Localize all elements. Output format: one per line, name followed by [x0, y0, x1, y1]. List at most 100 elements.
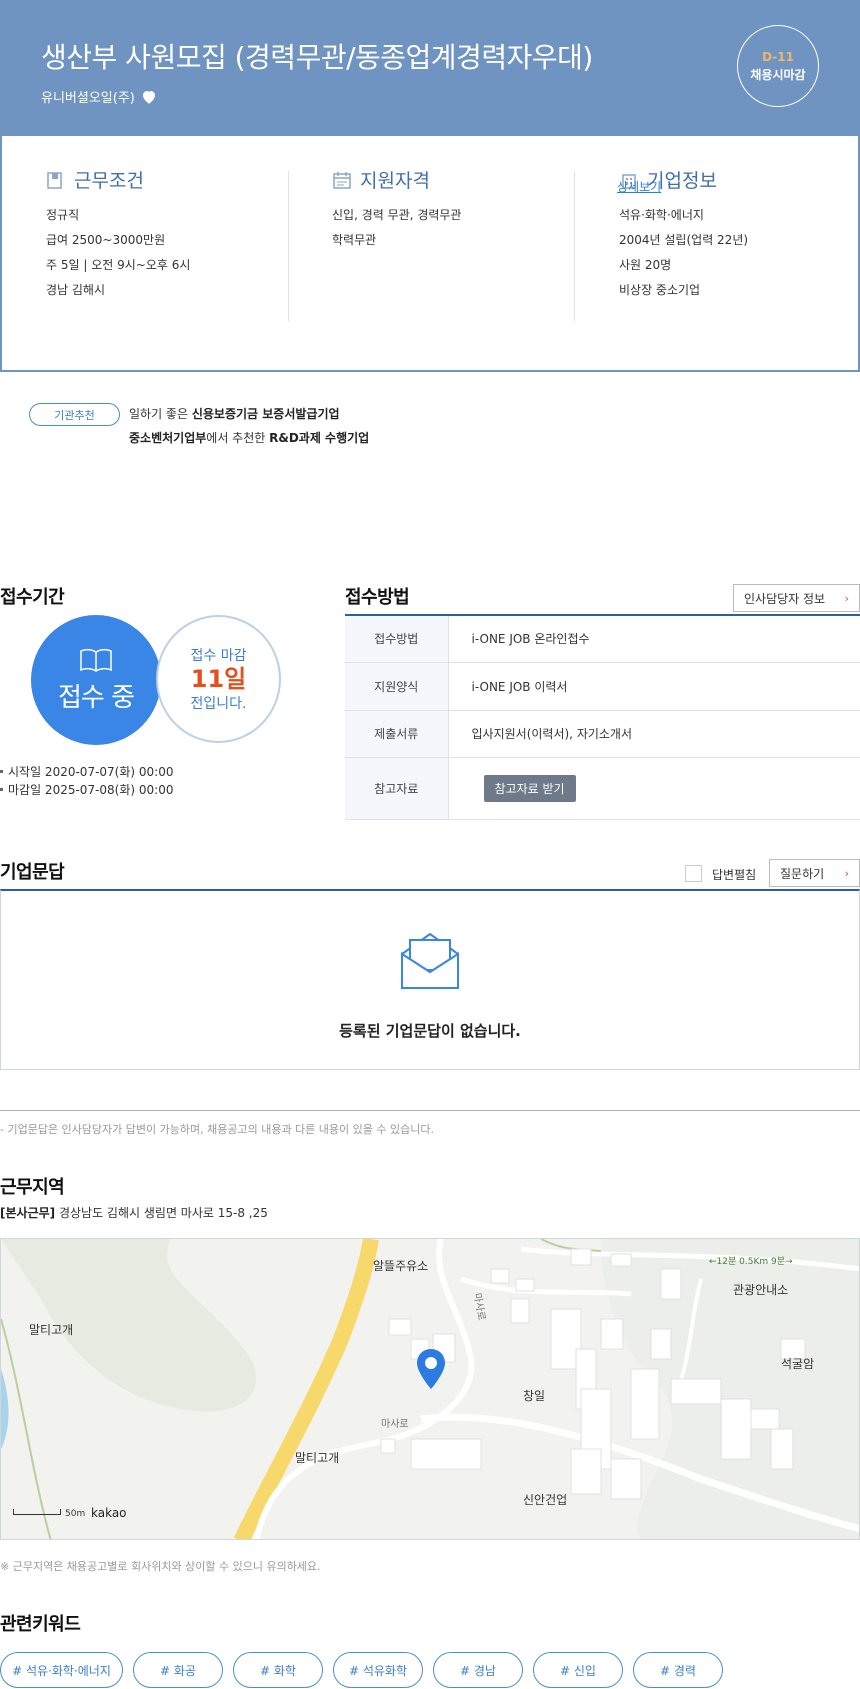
qualifications: 지원자격 신입, 경력 무관, 경력무관 학력무관: [332, 166, 619, 326]
end-date-text: 마감일 2025-07-08(화) 00:00: [8, 783, 174, 797]
keyword-tag[interactable]: # 경력: [633, 1652, 723, 1688]
method-key: 지원양식: [345, 662, 449, 711]
map-label: 창일: [523, 1389, 546, 1403]
map-road-label: ←12분 0.5Km 9분→: [709, 1257, 793, 1267]
map-label: 말티고개: [295, 1451, 340, 1465]
map-scale: 50m: [65, 1509, 86, 1519]
company-name[interactable]: 유니버셜오일(주): [41, 87, 158, 106]
table-row: 제출서류 입사지원서(이력서), 자기소개서: [345, 710, 860, 758]
ask-question-button[interactable]: 질문하기 ›: [769, 859, 860, 887]
method-key: 제출서류: [345, 710, 449, 758]
corp-item: 비상장 중소기업: [619, 283, 701, 297]
deadline-suffix: 전입니다.: [190, 696, 247, 712]
qual-item: 학력무관: [332, 233, 377, 247]
envelope-icon: [401, 932, 459, 989]
chevron-right-icon[interactable]: ›: [845, 592, 849, 605]
summary-panel: 근무조건 정규직 급여 2500~3000만원 주 5일 | 오전 9시~오후 …: [0, 136, 860, 372]
end-date: 마감일 2025-07-08(화) 00:00: [0, 781, 173, 798]
hr-info-button[interactable]: 인사담당자 정보 ›: [733, 584, 860, 612]
map-label: 관광안내소: [733, 1283, 789, 1297]
method-key: 접수방법: [345, 615, 449, 663]
corp-item: 사원 20명: [619, 258, 672, 272]
job-title: 생산부 사원모집 (경력무관/동종업계경력자우대): [41, 41, 593, 74]
map[interactable]: 알뜰주유소 말티고개 마사로 창일 관광안내소 석굴암 말티고개 신안건업 마사…: [0, 1238, 860, 1540]
map-label: 마사로: [381, 1419, 409, 1430]
deadline-prefix: 접수 마감: [190, 648, 247, 664]
dday-badge: D-11 채용시마감: [737, 25, 819, 107]
status-circle: 접수 중: [31, 615, 161, 745]
map-canvas[interactable]: [1, 1239, 860, 1540]
start-date-text: 시작일 2020-07-07(화) 00:00: [8, 765, 174, 779]
chevron-right-icon[interactable]: ›: [845, 867, 849, 880]
work-item: 경남 김해시: [46, 283, 106, 297]
method-key: 참고자료: [345, 757, 449, 820]
work-address: [본사근무] 경상남도 김해시 생림면 마사로 15-8 ,25: [0, 1204, 268, 1221]
bullet-icon: [0, 788, 3, 791]
recommend-program: R&D과제 수행기업: [269, 431, 370, 445]
work-item: 주 5일 | 오전 9시~오후 6시: [46, 258, 191, 272]
work-item: 급여 2500~3000만원: [46, 233, 166, 247]
recommend-agency: 신용보증기금 보증서발급기업: [191, 407, 340, 421]
status-label: 접수 중: [57, 682, 135, 713]
map-label: 석굴암: [781, 1357, 815, 1371]
corp-item: 2004년 설립(업력 22년): [619, 233, 749, 247]
hr-info-label[interactable]: 인사담당자 정보: [744, 590, 825, 607]
recommend-text: 일하기 좋은: [129, 407, 192, 421]
calendar-icon: [333, 171, 351, 189]
company-name-text[interactable]: 유니버셜오일(주): [41, 87, 135, 106]
chevron-right-icon[interactable]: ›: [667, 178, 671, 189]
qna-title: 기업문답: [0, 862, 65, 883]
heart-icon[interactable]: [140, 88, 158, 106]
recommend-badge: 기관추천: [29, 403, 120, 426]
deadline-circle: 접수 마감 11일 전입니다.: [156, 615, 281, 743]
location-pin-icon: [417, 1349, 445, 1389]
work-item: 정규직: [46, 208, 80, 222]
qna-note: - 기업문답은 인사담당자가 답변이 가능하며, 채용공고의 내용과 다른 내용…: [0, 1123, 434, 1136]
expand-answers-label[interactable]: 답변펼침: [712, 866, 756, 883]
keyword-tag[interactable]: # 경남: [433, 1652, 523, 1688]
work-conditions: 근무조건 정규직 급여 2500~3000만원 주 5일 | 오전 9시~오후 …: [46, 166, 333, 326]
map-label: 말티고개: [29, 1323, 74, 1337]
qual-item: 신입, 경력 무관, 경력무관: [332, 208, 462, 222]
table-row: 지원양식 i-ONE JOB 이력서: [345, 662, 860, 711]
map-note: ※ 근무지역은 채용공고별로 회사위치와 상이할 수 있으니 유의하세요.: [0, 1560, 321, 1573]
address-text: 경상남도 김해시 생림면 마사로 15-8 ,25: [55, 1206, 268, 1220]
method-title: 접수방법: [345, 587, 410, 608]
expand-answers-checkbox[interactable]: [685, 865, 702, 882]
qualifications-title: 지원자격: [360, 170, 430, 192]
method-value: i-ONE JOB 이력서: [448, 662, 860, 711]
map-label: 신안건업: [523, 1493, 568, 1507]
divider: [0, 1110, 860, 1111]
keyword-tag[interactable]: # 신입: [533, 1652, 623, 1688]
bullet-icon: [0, 770, 3, 773]
method-value: i-ONE JOB 온라인접수: [448, 615, 860, 663]
start-date: 시작일 2020-07-07(화) 00:00: [0, 763, 173, 780]
period-title: 접수기간: [0, 587, 65, 608]
deadline-type: 채용시마감: [750, 67, 806, 82]
divider: [288, 171, 289, 321]
download-reference-button[interactable]: 참고자료 받기: [483, 774, 576, 802]
method-value: 참고자료 받기: [448, 757, 860, 820]
keyword-tag[interactable]: # 화학: [233, 1652, 323, 1688]
keywords-title: 관련키워드: [0, 1614, 81, 1635]
corp-item: 석유·화학·에너지: [619, 208, 704, 222]
recommend-text: 에서 추천한: [206, 431, 270, 445]
keyword-tag[interactable]: # 석유·화학·에너지: [0, 1652, 123, 1688]
dday-count: D-11: [762, 49, 794, 64]
method-table: 접수방법 i-ONE JOB 온라인접수 지원양식 i-ONE JOB 이력서 제출…: [345, 614, 860, 820]
keyword-tag[interactable]: # 화공: [133, 1652, 223, 1688]
door-icon: [47, 171, 62, 189]
map-label: 알뜰주유소: [373, 1259, 429, 1273]
qna-empty-message: 등록된 기업문답이 없습니다.: [339, 1022, 521, 1040]
keyword-tag[interactable]: # 석유화학: [333, 1652, 423, 1688]
ask-question-label[interactable]: 질문하기: [780, 865, 824, 882]
divider: [574, 171, 575, 321]
map-brand: kakao: [91, 1506, 127, 1520]
company-detail-link[interactable]: 상세보기: [617, 178, 661, 195]
recommend-ministry: 중소벤처기업부: [129, 431, 207, 445]
map-scale-bar: [13, 1509, 61, 1515]
recommend-line-1: 일하기 좋은 신용보증기금 보증서발급기업: [129, 405, 340, 422]
address-tag: [본사근무]: [0, 1206, 56, 1220]
work-conditions-title: 근무조건: [74, 170, 144, 192]
method-value: 입사지원서(이력서), 자기소개서: [448, 710, 860, 758]
